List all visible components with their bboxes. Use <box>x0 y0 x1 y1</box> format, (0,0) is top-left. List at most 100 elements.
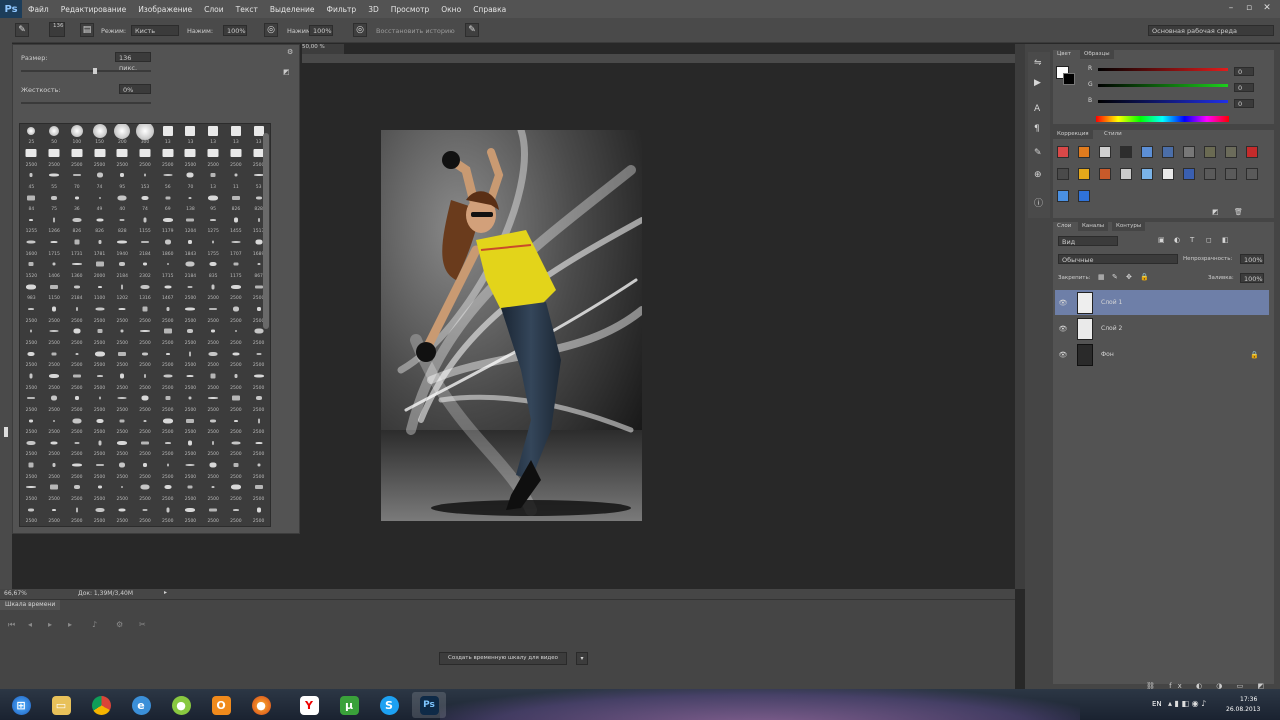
create-timeline-dropdown-icon[interactable]: ▾ <box>576 652 588 665</box>
brush-preset[interactable]: 2500 <box>156 302 179 324</box>
brush-preset[interactable]: 2500 <box>156 392 179 414</box>
clone-source-icon[interactable]: ⊕ <box>1034 170 1042 180</box>
brush-preset[interactable]: 1715 <box>43 235 66 257</box>
minimize-icon[interactable]: – <box>1224 3 1238 14</box>
brush-preset[interactable]: 74 <box>88 169 111 191</box>
layer-name[interactable]: Фон <box>1101 351 1114 358</box>
brush-preset[interactable]: 13 <box>202 169 225 191</box>
brush-preset[interactable]: 2500 <box>179 325 202 347</box>
brush-preset[interactable]: 2500 <box>43 369 66 391</box>
brush-preset[interactable]: 2500 <box>202 525 225 526</box>
layer-filter-select[interactable]: Вид <box>1058 236 1118 246</box>
brush-preset[interactable]: 2500 <box>225 481 248 503</box>
style-swatch[interactable] <box>1225 146 1237 158</box>
brush-preset[interactable]: 70 <box>179 169 202 191</box>
filter-image-icon[interactable]: ▣ <box>1158 236 1165 244</box>
background-color-swatch[interactable] <box>1063 73 1075 85</box>
photoshop-logo[interactable]: Ps <box>0 0 22 18</box>
brush-preset[interactable]: 2500 <box>156 146 179 168</box>
history-icon[interactable]: ⇋ <box>1034 58 1042 68</box>
brush-preset[interactable]: 2500 <box>179 347 202 369</box>
style-swatch[interactable] <box>1057 190 1069 202</box>
brush-preset[interactable]: 2500 <box>20 436 43 458</box>
brush-preset[interactable]: 150 <box>88 124 111 146</box>
style-swatch[interactable] <box>1078 146 1090 158</box>
clock-time[interactable]: 17:36 <box>1240 696 1257 703</box>
brush-preset[interactable]: 2500 <box>225 369 248 391</box>
tab-layers[interactable]: Слои <box>1053 222 1076 231</box>
vertical-scrollbar[interactable] <box>1015 44 1025 589</box>
blue-slider[interactable] <box>1098 100 1228 103</box>
timeline-settings-icon[interactable]: ⚙ <box>116 620 123 629</box>
brush-preset[interactable]: 70 <box>65 169 88 191</box>
brush-preset[interactable]: 11 <box>225 169 248 191</box>
brush-preset[interactable]: 2500 <box>202 503 225 525</box>
tab-channels[interactable]: Каналы <box>1078 222 1109 231</box>
color-spectrum-bar[interactable] <box>1096 116 1229 122</box>
brush-preset[interactable]: 95 <box>111 169 134 191</box>
brush-preset[interactable]: 84 <box>20 191 43 213</box>
lock-transparency-icon[interactable]: ▦ <box>1098 273 1105 281</box>
brush-preset[interactable]: 2500 <box>156 503 179 525</box>
brush-preset[interactable]: 2500 <box>111 414 134 436</box>
brush-preset[interactable]: 2500 <box>111 146 134 168</box>
brush-preset[interactable]: 50 <box>43 124 66 146</box>
brush-preset[interactable]: 2500 <box>134 481 157 503</box>
brush-preset[interactable]: 2500 <box>179 302 202 324</box>
panel-gear-icon[interactable]: ⚙ <box>287 48 293 56</box>
timeline-prev-icon[interactable]: ◂ <box>28 620 32 629</box>
menu-image[interactable]: Изображение <box>132 5 198 14</box>
filter-type-icon[interactable]: T <box>1190 236 1194 244</box>
brush-preset[interactable]: 2500 <box>65 414 88 436</box>
brush-preset[interactable]: 2500 <box>65 325 88 347</box>
brush-preset[interactable]: 2500 <box>247 347 270 369</box>
brush-preset[interactable]: 1755 <box>202 235 225 257</box>
brush-preset[interactable]: 138 <box>179 191 202 213</box>
brush-preset[interactable]: 2500 <box>179 525 202 526</box>
maximize-icon[interactable]: ▫ <box>1242 3 1256 14</box>
taskbar-app[interactable]: ● <box>164 692 198 718</box>
brush-preset[interactable]: 2500 <box>225 302 248 324</box>
brush-preset[interactable]: 2500 <box>111 503 134 525</box>
style-swatch[interactable] <box>1120 168 1132 180</box>
create-timeline-button[interactable]: Создать временную шкалу для видео <box>439 652 567 665</box>
brush-preset[interactable]: 56 <box>156 169 179 191</box>
timeline-cut-icon[interactable]: ✂ <box>139 620 146 629</box>
menu-select[interactable]: Выделение <box>264 5 321 14</box>
erase-history-label[interactable]: Восстановить историю <box>376 27 455 35</box>
brush-preset[interactable]: 983 <box>20 280 43 302</box>
timeline-first-frame-icon[interactable]: ⏮ <box>8 620 15 630</box>
fill-input[interactable]: 100% <box>1240 273 1264 283</box>
brush-preset[interactable]: 2500 <box>65 146 88 168</box>
brush-preset[interactable]: 1275 <box>202 213 225 235</box>
brush-preset[interactable]: 1406 <box>43 258 66 280</box>
tool-marker-icon[interactable] <box>4 427 8 437</box>
brush-preset[interactable]: 45 <box>20 169 43 191</box>
brush-preset[interactable]: 1467 <box>156 280 179 302</box>
lock-all-icon[interactable]: 🔒 <box>1140 273 1149 281</box>
tab-swatches[interactable]: Образцы <box>1080 50 1114 59</box>
actions-icon[interactable]: ▶ <box>1034 78 1041 88</box>
brush-preset[interactable]: 2500 <box>225 525 248 526</box>
brush-preset[interactable]: 2302 <box>134 258 157 280</box>
lock-position-icon[interactable]: ✥ <box>1126 273 1132 281</box>
brush-preset[interactable]: 1731 <box>65 235 88 257</box>
style-swatch[interactable] <box>1099 146 1111 158</box>
close-icon[interactable]: ✕ <box>1260 3 1274 14</box>
brush-preset[interactable]: 75 <box>43 191 66 213</box>
brush-preset[interactable]: 1707 <box>225 235 248 257</box>
brush-preset[interactable]: 1175 <box>225 258 248 280</box>
brush-preset[interactable]: 2500 <box>20 458 43 480</box>
brush-preset[interactable]: 2500 <box>134 414 157 436</box>
brush-preset[interactable]: 13 <box>179 124 202 146</box>
brush-preset[interactable]: 2500 <box>43 503 66 525</box>
brush-preset[interactable]: 2500 <box>65 503 88 525</box>
taskbar-utorrent[interactable]: µ <box>332 692 366 718</box>
brush-preset[interactable]: 25 <box>20 124 43 146</box>
brush-preset[interactable]: 2500 <box>20 392 43 414</box>
brush-preset[interactable]: 2500 <box>20 325 43 347</box>
brush-preset[interactable]: 2500 <box>247 414 270 436</box>
brush-preset[interactable]: 2500 <box>20 369 43 391</box>
brush-preset[interactable]: 100 <box>65 124 88 146</box>
menu-text[interactable]: Текст <box>230 5 264 14</box>
